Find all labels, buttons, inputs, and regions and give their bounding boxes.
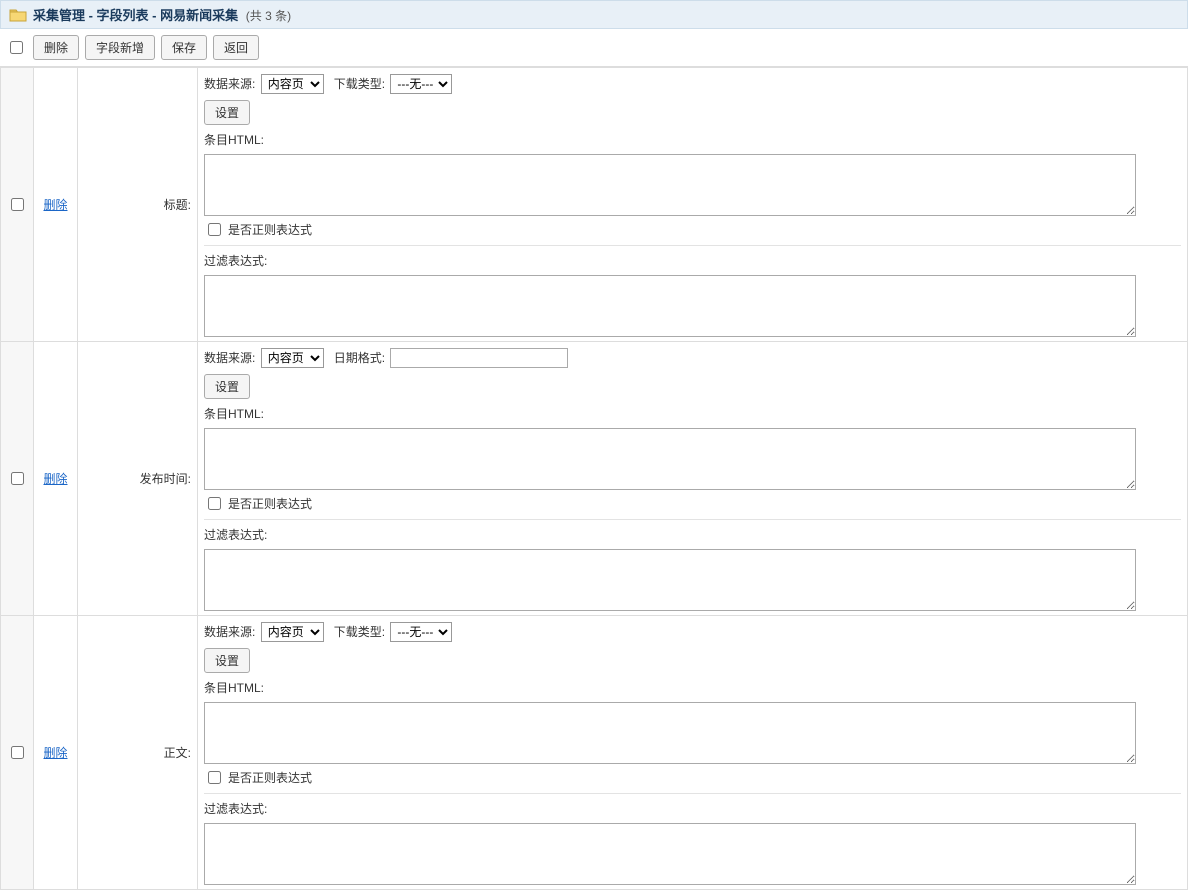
data-source-label: 数据来源:: [204, 625, 255, 639]
page-header: 采集管理 - 字段列表 - 网易新闻采集 (共 3 条): [0, 0, 1188, 29]
is-regex-checkbox[interactable]: [208, 771, 221, 784]
row-checkbox[interactable]: [11, 472, 24, 485]
filter-expr-textarea[interactable]: [204, 549, 1136, 611]
select-all-checkbox[interactable]: [10, 41, 23, 54]
field-name-label: 正文:: [78, 616, 198, 890]
settings-button[interactable]: 设置: [204, 100, 250, 125]
item-html-label: 条目HTML:: [204, 133, 264, 147]
field-name-label: 发布时间:: [78, 342, 198, 616]
item-html-label: 条目HTML:: [204, 681, 264, 695]
row-delete-link[interactable]: 删除: [43, 472, 67, 486]
row-checkbox[interactable]: [11, 746, 24, 759]
filter-expr-textarea[interactable]: [204, 823, 1136, 885]
table-row: 删除 发布时间: 数据来源: 内容页 日期格式: 设置 条目HTML:: [1, 342, 1188, 616]
data-source-label: 数据来源:: [204, 77, 255, 91]
is-regex-checkbox[interactable]: [208, 497, 221, 510]
table-row: 删除 正文: 数据来源: 内容页 下载类型: ---无--- 设置 条目HTML…: [1, 616, 1188, 890]
field-name-label: 标题:: [78, 68, 198, 342]
is-regex-label: 是否正则表达式: [228, 495, 312, 512]
is-regex-label: 是否正则表达式: [228, 221, 312, 238]
data-source-select[interactable]: 内容页: [261, 348, 324, 368]
download-type-label: 下载类型:: [334, 77, 385, 91]
separator: [204, 245, 1181, 246]
toolbar: 删除 字段新增 保存 返回: [0, 29, 1188, 67]
filter-expr-label: 过滤表达式:: [204, 254, 267, 268]
item-html-textarea[interactable]: [204, 154, 1136, 216]
filter-expr-label: 过滤表达式:: [204, 802, 267, 816]
download-type-label: 下载类型:: [334, 625, 385, 639]
settings-button[interactable]: 设置: [204, 648, 250, 673]
is-regex-label: 是否正则表达式: [228, 769, 312, 786]
is-regex-wrapper[interactable]: 是否正则表达式: [204, 494, 312, 513]
page-title: 采集管理 - 字段列表 - 网易新闻采集 (共 3 条): [33, 5, 291, 24]
settings-button[interactable]: 设置: [204, 374, 250, 399]
save-button[interactable]: 保存: [161, 35, 207, 60]
row-delete-link[interactable]: 删除: [43, 198, 67, 212]
table-row: 删除 标题: 数据来源: 内容页 下载类型: ---无--- 设置 条目HTML…: [1, 68, 1188, 342]
item-html-textarea[interactable]: [204, 702, 1136, 764]
download-type-select[interactable]: ---无---: [390, 622, 452, 642]
folder-icon: [9, 7, 27, 23]
item-html-label: 条目HTML:: [204, 407, 264, 421]
data-source-select[interactable]: 内容页: [261, 74, 324, 94]
add-field-button[interactable]: 字段新增: [85, 35, 155, 60]
delete-button[interactable]: 删除: [33, 35, 79, 60]
download-type-select[interactable]: ---无---: [390, 74, 452, 94]
filter-expr-label: 过滤表达式:: [204, 528, 267, 542]
is-regex-wrapper[interactable]: 是否正则表达式: [204, 768, 312, 787]
separator: [204, 793, 1181, 794]
data-source-select[interactable]: 内容页: [261, 622, 324, 642]
record-count: (共 3 条): [246, 9, 291, 23]
data-source-label: 数据来源:: [204, 351, 255, 365]
fields-table: 删除 标题: 数据来源: 内容页 下载类型: ---无--- 设置 条目HTML…: [0, 67, 1188, 890]
is-regex-wrapper[interactable]: 是否正则表达式: [204, 220, 312, 239]
date-format-label: 日期格式:: [334, 351, 385, 365]
date-format-input[interactable]: [390, 348, 568, 368]
back-button[interactable]: 返回: [213, 35, 259, 60]
filter-expr-textarea[interactable]: [204, 275, 1136, 337]
is-regex-checkbox[interactable]: [208, 223, 221, 236]
row-checkbox[interactable]: [11, 198, 24, 211]
item-html-textarea[interactable]: [204, 428, 1136, 490]
separator: [204, 519, 1181, 520]
row-delete-link[interactable]: 删除: [43, 746, 67, 760]
